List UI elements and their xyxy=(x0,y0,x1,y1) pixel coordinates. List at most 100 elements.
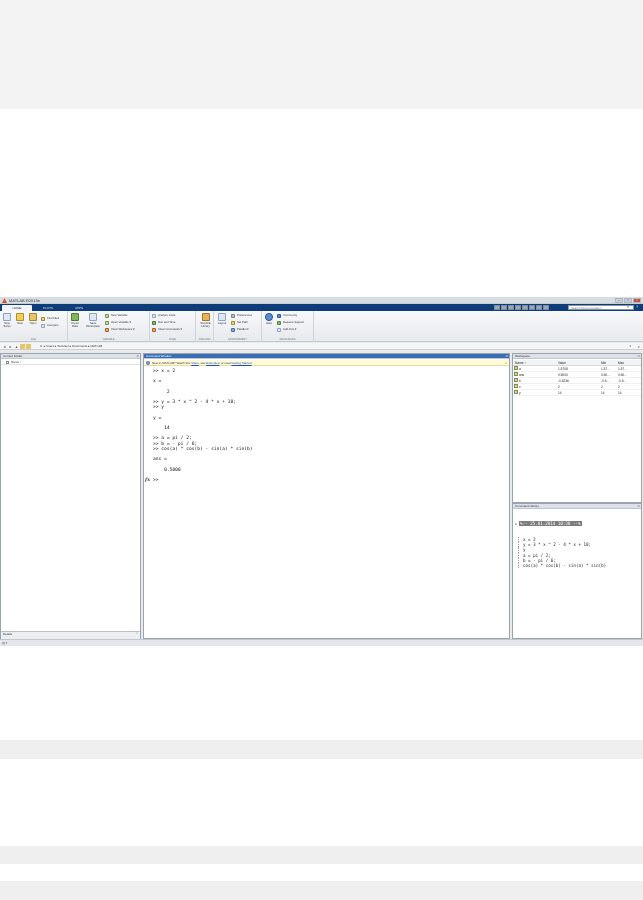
current-folder-header: Current Folder ⊙ xyxy=(1,354,140,359)
cut-icon[interactable] xyxy=(501,305,507,310)
copy-icon[interactable] xyxy=(508,305,514,310)
open-variable-icon xyxy=(105,321,109,325)
current-folder-path[interactable]: C: ▸ Users ▸ TestUser ▸ Documents ▸ MATL… xyxy=(40,344,102,349)
parallel-icon xyxy=(231,328,235,332)
import-data-icon xyxy=(71,313,79,321)
paste-icon[interactable] xyxy=(515,305,521,310)
command-output[interactable]: >> x = 2x = 2 >> y = 3 * x ^ 2 - 4 * x + … xyxy=(145,369,507,483)
simulink-library-icon xyxy=(201,313,210,321)
workspace-panel: Workspace ⊙ Name ↑ Value Min Max a 1.5708… xyxy=(512,353,642,503)
minimize-icon[interactable]: – xyxy=(615,298,623,303)
panel-actions-icon[interactable]: ⊙ xyxy=(505,354,508,359)
video-link[interactable]: Video xyxy=(191,361,199,365)
workspace-header: Workspace ⊙ xyxy=(513,354,641,359)
bottom-background-band xyxy=(0,881,643,900)
clear-workspace-icon xyxy=(105,328,109,332)
open-folder-icon xyxy=(29,313,37,321)
maximize-icon[interactable]: □ xyxy=(624,298,632,303)
ribbon-home: New Script New Open Find Files Compare F… xyxy=(0,311,643,342)
folder-search-icon[interactable]: ⌕ xyxy=(638,344,640,349)
workspace-row[interactable]: y 14 14 14 xyxy=(513,390,641,396)
save-workspace-icon xyxy=(89,313,97,321)
open-variable-button[interactable]: Open Variable ▾ xyxy=(105,320,131,325)
group-environment: Layout Preferences Set Path Parallel ▾ E… xyxy=(214,311,262,342)
top-background-band xyxy=(0,0,643,109)
examples-link[interactable]: Examples xyxy=(206,361,219,365)
getting-started-notice: i New to MATLAB? Watch this Video, see E… xyxy=(144,360,509,366)
variable-min: 14 xyxy=(601,391,605,395)
group-simulink-label: SIMULINK xyxy=(198,338,211,341)
group-resources-label: RESOURCES xyxy=(279,338,296,341)
new-script-button[interactable]: New Script xyxy=(1,313,13,328)
clear-workspace-button[interactable]: Clear Workspace ▾ xyxy=(105,327,135,332)
info-icon: i xyxy=(146,361,150,365)
history-item[interactable]: cos(a) * cos(b) - sin(a) * sin(b) xyxy=(515,562,639,569)
variable-icon xyxy=(514,366,518,370)
save-icon[interactable] xyxy=(494,305,500,310)
variable-icon xyxy=(514,384,518,388)
new-variable-button[interactable]: New Variable xyxy=(105,313,127,318)
layout-button[interactable]: Layout xyxy=(216,313,228,325)
add-ons-icon xyxy=(277,328,281,332)
close-notice-icon[interactable]: × xyxy=(505,360,507,366)
current-folder-toolbar: ◂ ▸ ▴ C: ▸ Users ▸ TestUser ▸ Documents … xyxy=(0,343,643,350)
command-window-header: Command Window ⊙ xyxy=(144,354,509,359)
add-ons-button[interactable]: Add-Ons ▾ xyxy=(277,327,296,332)
search-documentation-input[interactable] xyxy=(568,305,634,310)
variable-icon xyxy=(514,372,518,376)
path-dropdown-icon[interactable]: ▾ xyxy=(629,344,631,348)
undo-icon[interactable] xyxy=(522,305,528,310)
run-and-time-button[interactable]: Run and Time xyxy=(152,320,175,325)
path-navigation: ◂ ▸ ▴ xyxy=(2,344,31,349)
browse-folder-icon[interactable] xyxy=(20,344,25,349)
switch-windows-icon[interactable] xyxy=(536,305,542,310)
help-button[interactable]: Help xyxy=(263,313,275,325)
up-folder-icon[interactable]: ▴ xyxy=(14,344,19,349)
clear-commands-icon xyxy=(152,328,156,332)
panel-actions-icon[interactable]: ⊙ xyxy=(136,354,139,359)
analyze-code-icon xyxy=(152,314,156,318)
import-data-button[interactable]: Import Data xyxy=(69,313,81,328)
search-icon[interactable]: ⌕ xyxy=(627,305,629,309)
group-file: New Script New Open Find Files Compare F… xyxy=(0,311,68,342)
panel-actions-icon[interactable]: ⊙ xyxy=(637,354,640,359)
group-variable-label: VARIABLE xyxy=(102,338,115,341)
save-workspace-button[interactable]: Save Workspace xyxy=(85,313,101,328)
panel-actions-icon[interactable]: ⊙ xyxy=(637,504,640,509)
help-icon[interactable]: ? xyxy=(636,304,638,310)
new-script-icon xyxy=(3,313,11,321)
community-button[interactable]: Community xyxy=(277,313,297,318)
help-small-icon[interactable] xyxy=(543,305,549,310)
compare-icon xyxy=(41,324,45,328)
compare-button[interactable]: Compare xyxy=(41,323,59,328)
forward-icon[interactable]: ▸ xyxy=(8,344,13,349)
new-button[interactable]: New xyxy=(14,313,26,325)
layout-icon xyxy=(218,313,226,321)
parallel-button[interactable]: Parallel ▾ xyxy=(231,327,249,332)
getting-started-link[interactable]: Getting Started xyxy=(231,361,251,365)
group-code: Analyze Code Run and Time Clear Commands… xyxy=(150,311,196,342)
preferences-button[interactable]: Preferences xyxy=(231,313,252,318)
open-button[interactable]: Open xyxy=(27,313,39,325)
group-simulink: Simulink Library SIMULINK xyxy=(196,311,214,342)
analyze-code-button[interactable]: Analyze Code xyxy=(152,313,175,318)
help-circle-icon xyxy=(265,313,273,321)
find-files-button[interactable]: Find Files xyxy=(41,316,59,321)
simulink-library-button[interactable]: Simulink Library xyxy=(198,313,213,328)
chevron-up-icon[interactable]: ⌃ xyxy=(135,632,138,637)
set-path-icon xyxy=(231,321,235,325)
set-path-button[interactable]: Set Path xyxy=(231,320,248,325)
history-session[interactable]: ⊟ %-- 25.01.2014 10:38 --% xyxy=(515,521,639,527)
matlab-logo-icon xyxy=(2,298,7,303)
back-icon[interactable]: ◂ xyxy=(2,344,7,349)
name-column-header[interactable]: Name ↑ xyxy=(1,360,140,365)
folder-icon xyxy=(26,344,31,349)
clear-commands-button[interactable]: Clear Commands ▾ xyxy=(152,327,182,332)
function-browser-icon[interactable]: fx xyxy=(145,477,150,483)
request-support-button[interactable]: Request Support xyxy=(277,320,304,325)
close-icon[interactable]: × xyxy=(633,298,641,303)
window-controls: – □ × xyxy=(615,298,641,303)
command-window-panel[interactable]: Command Window ⊙ i New to MATLAB? Watch … xyxy=(143,353,510,639)
history-list: ⊟ %-- 25.01.2014 10:38 --% x = 2y = 3 * x… xyxy=(515,511,639,569)
redo-icon[interactable] xyxy=(529,305,535,310)
